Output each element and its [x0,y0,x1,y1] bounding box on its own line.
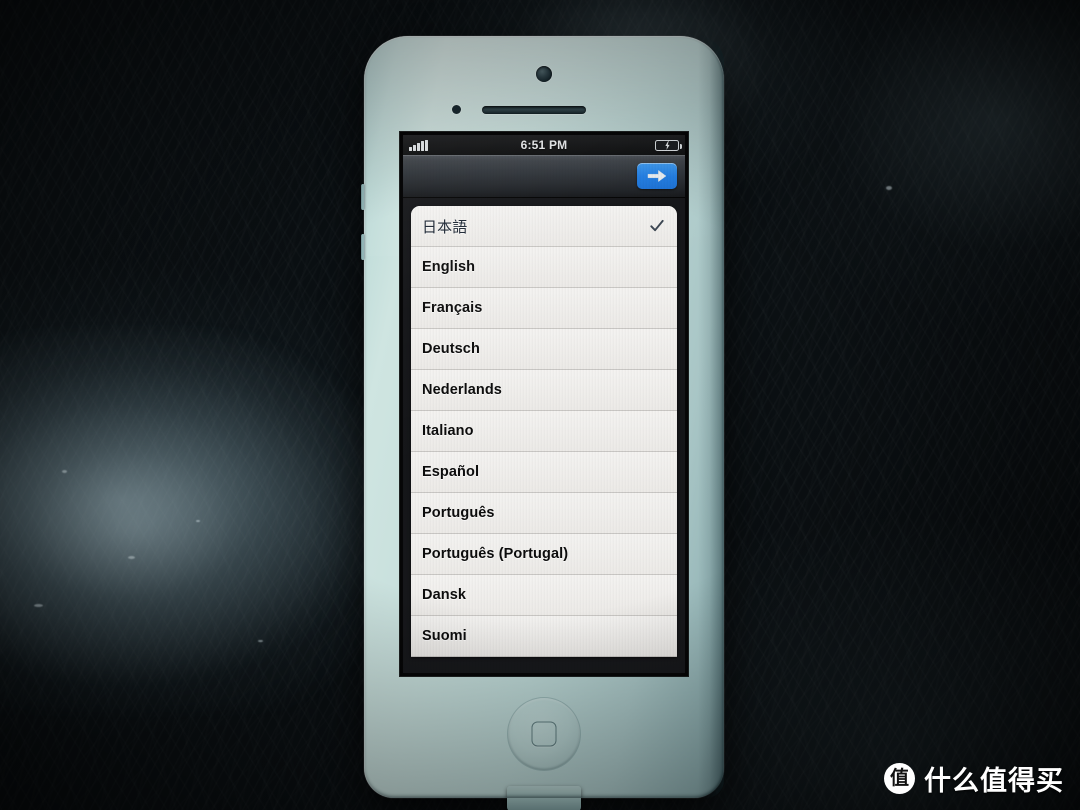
surface-speck [34,604,43,607]
watermark-badge-icon: 值 [884,763,915,794]
language-row-label: Deutsch [422,341,480,357]
home-button-square-icon [531,721,557,747]
language-row-label: Español [422,464,480,480]
iphone-device: 6:51 PM 日本語 English Français Deutsch Ned… [361,36,724,810]
language-list[interactable]: 日本語 English Français Deutsch Nederlands Itali… [411,206,677,657]
status-bar-clock: 6:51 PM [520,138,568,152]
earpiece-speaker-icon [482,106,586,114]
watermark: 值 什么值得买 [884,759,1064,798]
right-arrow-icon [647,170,667,182]
surface-speck [128,556,135,559]
language-row-label: 日本語 [422,218,468,236]
surface-speck [62,470,67,473]
language-row-label: Português (Portugal) [422,546,569,562]
front-camera-icon [536,66,552,82]
next-button[interactable] [637,163,677,189]
background-highlight-glow [0,330,400,710]
proximity-sensor-icon [452,105,461,114]
volume-down-button[interactable] [361,234,365,260]
home-button[interactable] [508,698,580,770]
surface-speck [886,186,892,190]
language-row[interactable]: Português [411,493,677,534]
watermark-text: 什么值得买 [924,766,1064,797]
language-row-label: Dansk [422,587,467,603]
language-row[interactable]: Português (Portugal) [411,534,677,575]
lightning-connector [507,786,581,810]
language-row[interactable]: Español [411,452,677,493]
language-row[interactable]: Dansk [411,575,677,616]
language-row-label: Português [422,505,495,521]
language-row[interactable]: Suomi [411,616,677,657]
language-row-label: English [422,259,476,275]
photo-scene: 6:51 PM 日本語 English Français Deutsch Ned… [0,0,1080,810]
lightning-bolt-icon [664,140,670,150]
status-bar-right [655,139,682,151]
screen-bezel: 6:51 PM 日本語 English Français Deutsch Ned… [400,132,688,676]
language-row-label: Italiano [422,423,474,439]
surface-speck [196,520,200,522]
language-row-label: Français [422,300,483,316]
language-row-label: Nederlands [422,382,502,398]
language-row-label: Suomi [422,628,467,644]
language-list-area[interactable]: 日本語 English Français Deutsch Nederlands Itali… [403,198,685,673]
battery-charging-icon [655,139,682,151]
language-row[interactable]: English [411,247,677,288]
language-row[interactable]: 日本語 [411,206,677,247]
language-row[interactable]: Deutsch [411,329,677,370]
display-screen: 6:51 PM 日本語 English Français Deutsch Ned… [403,135,685,673]
language-row[interactable]: Italiano [411,411,677,452]
language-row[interactable]: Nederlands [411,370,677,411]
phone-body-shading [698,36,724,798]
surface-speck [258,640,263,642]
volume-up-button[interactable] [361,184,365,210]
status-bar: 6:51 PM [403,135,685,155]
navigation-bar [403,155,685,198]
language-row[interactable]: Français [411,288,677,329]
checkmark-icon [650,219,664,232]
